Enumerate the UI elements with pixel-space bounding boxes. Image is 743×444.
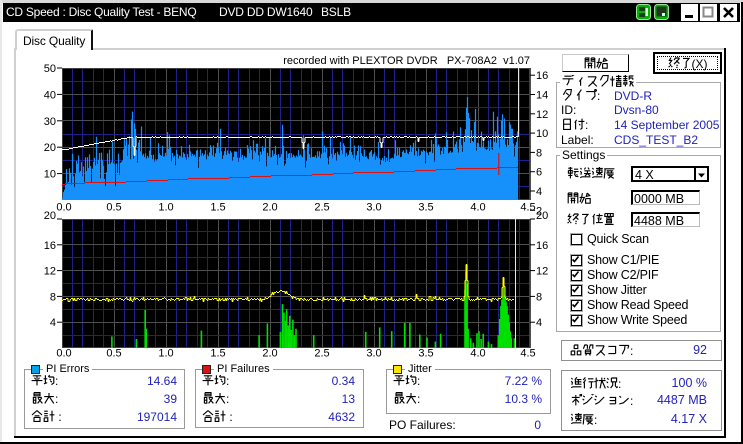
svg-text:16: 16 xyxy=(536,70,548,82)
svg-text:3.0: 3.0 xyxy=(366,348,381,360)
svg-text:10: 10 xyxy=(44,169,56,181)
svg-text:4: 4 xyxy=(50,317,56,329)
svg-text:1.5: 1.5 xyxy=(210,348,225,360)
svg-text:8: 8 xyxy=(536,147,542,159)
svg-text:12: 12 xyxy=(536,266,548,278)
svg-text:50: 50 xyxy=(44,63,56,75)
svg-text:2.5: 2.5 xyxy=(314,348,329,360)
svg-text:0.0: 0.0 xyxy=(56,348,71,360)
svg-text:12: 12 xyxy=(536,109,548,121)
svg-text:6: 6 xyxy=(536,167,542,179)
svg-text:4.5: 4.5 xyxy=(520,348,535,360)
svg-text:16: 16 xyxy=(536,240,548,252)
svg-text:14: 14 xyxy=(536,90,548,102)
svg-text:2.0: 2.0 xyxy=(262,348,277,360)
svg-text:3.5: 3.5 xyxy=(418,348,433,360)
svg-text:20: 20 xyxy=(44,210,56,222)
svg-text:8: 8 xyxy=(50,291,56,303)
svg-text:8: 8 xyxy=(536,291,542,303)
svg-text:1.0: 1.0 xyxy=(158,348,173,360)
svg-text:30: 30 xyxy=(44,116,56,128)
svg-text:16: 16 xyxy=(44,240,56,252)
svg-text:4: 4 xyxy=(536,186,542,198)
svg-text:10: 10 xyxy=(536,128,548,140)
svg-text:20: 20 xyxy=(536,210,548,222)
svg-text:0.5: 0.5 xyxy=(106,348,121,360)
svg-text:4: 4 xyxy=(536,317,542,329)
svg-text:40: 40 xyxy=(44,89,56,101)
svg-text:20: 20 xyxy=(44,142,56,154)
svg-text:4.0: 4.0 xyxy=(470,348,485,360)
svg-text:12: 12 xyxy=(44,266,56,278)
